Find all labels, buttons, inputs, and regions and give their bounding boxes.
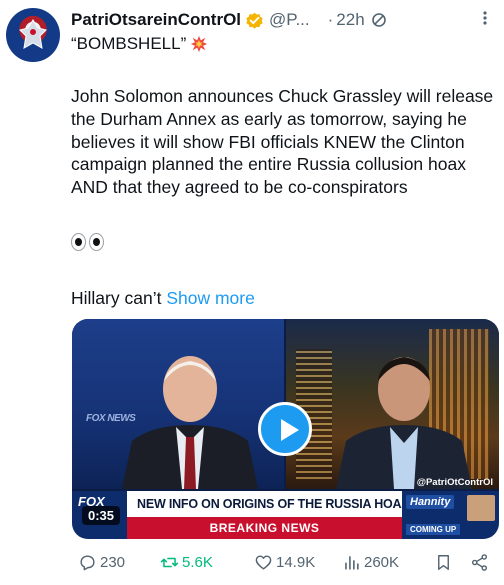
repost-button[interactable]: 5.6K [160, 549, 213, 575]
author-handle[interactable]: @P... [269, 10, 310, 30]
news-chyron: FOX NEW INFO ON ORIGINS OF THE RUSSIA HO… [72, 491, 499, 539]
tweet-header: PatriOtsareinContrOl @P... · 22h [71, 8, 387, 32]
avatar[interactable] [6, 8, 60, 62]
bookmark-icon [438, 554, 449, 570]
video-right-panel [286, 319, 499, 489]
guest-right-figure [336, 357, 472, 489]
show-promo: Hannity COMING UP [402, 491, 499, 539]
like-count: 14.9K [276, 553, 316, 571]
collision-emoji-icon [191, 35, 208, 53]
guest-left-figure [122, 356, 258, 489]
share-button[interactable] [470, 549, 492, 575]
show-more-link[interactable]: Show more [166, 288, 255, 308]
views-bar-chart-icon [345, 555, 359, 570]
muted-conversation-icon [371, 13, 386, 27]
reply-count: 230 [100, 553, 126, 571]
repost-count: 5.6K [182, 553, 213, 571]
bookmark-button[interactable] [434, 549, 456, 575]
view-count: 260K [364, 553, 400, 571]
reply-button[interactable]: 230 [78, 549, 125, 575]
chyron-headline: NEW INFO ON ORIGINS OF THE RUSSIA HOAX R… [137, 497, 480, 511]
coming-up-label: COMING UP [406, 524, 461, 535]
tweet-tail: Hillary can’t Show more [71, 288, 255, 309]
share-icon [471, 553, 488, 571]
video-watermark: @PatriOtContrOl [416, 477, 493, 488]
play-button[interactable] [258, 402, 312, 456]
verified-badge-icon [246, 12, 263, 29]
like-button[interactable]: 14.9K [254, 549, 315, 575]
timestamp[interactable]: 22h [336, 10, 364, 30]
eyes-emoji-icon [71, 233, 105, 253]
eagle-icon [19, 19, 47, 49]
show-name: Hannity [406, 495, 455, 509]
reply-icon [80, 554, 95, 570]
tweet-body-text: John Solomon announces Chuck Grassley wi… [71, 86, 494, 198]
breaking-news-banner: BREAKING NEWS [127, 517, 402, 539]
tweet-actions: 230 5.6K 14.9K 260K [70, 549, 500, 575]
video-duration: 0:35 [82, 506, 121, 525]
tail-text: Hillary can’t [71, 288, 162, 308]
tweet-subtitle: “BOMBSHELL” [71, 34, 208, 54]
eye-right-icon [89, 233, 104, 251]
separator-dot: · [327, 10, 334, 29]
views-button[interactable]: 260K [342, 549, 399, 575]
video-player[interactable]: FOX NEWS @PatriOtContrOl FOX NEW INFO ON… [72, 319, 499, 539]
author-name[interactable]: PatriOtsareinContrOl [71, 10, 241, 30]
tweet[interactable]: PatriOtsareinContrOl @P... · 22h “BOMBSH… [0, 0, 504, 585]
eye-left-icon [71, 233, 86, 251]
more-options-icon[interactable] [476, 11, 494, 25]
promo-thumbnail [467, 495, 495, 521]
heart-icon [255, 554, 272, 570]
video-left-panel: FOX NEWS [72, 319, 284, 489]
repost-icon [160, 557, 179, 567]
bombshell-text: “BOMBSHELL” [71, 34, 187, 53]
